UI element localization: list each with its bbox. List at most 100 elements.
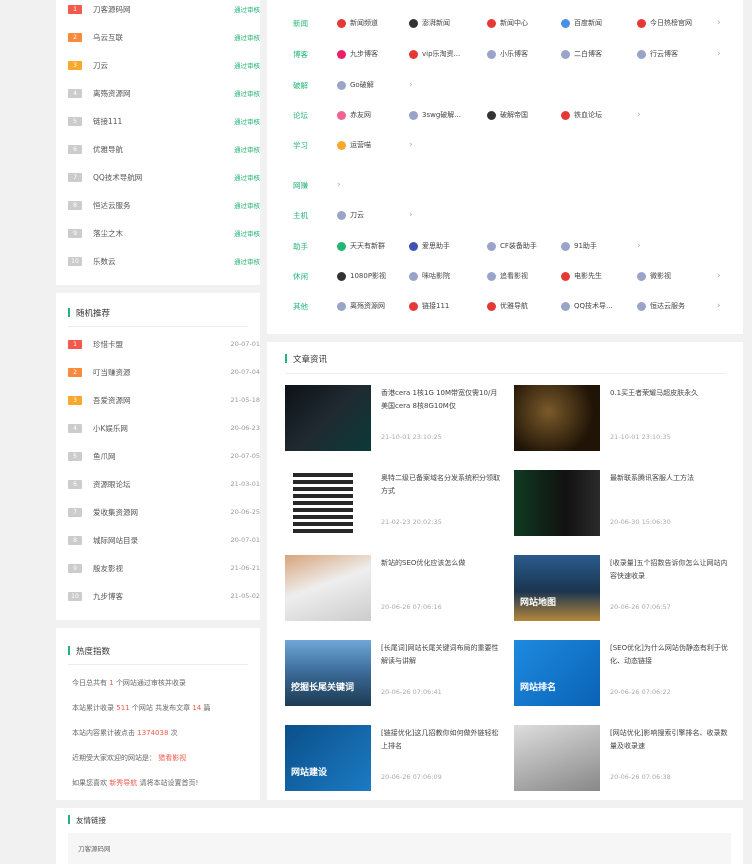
- article-thumbnail[interactable]: 网站排名: [514, 640, 600, 706]
- chevron-right-icon[interactable]: ›: [337, 170, 341, 200]
- list-item[interactable]: 6 资源眼论坛 21-03-01: [68, 470, 260, 498]
- site-name[interactable]: 九步博客: [93, 591, 230, 602]
- category-label[interactable]: 主机: [293, 200, 308, 230]
- chevron-right-icon[interactable]: ›: [717, 261, 721, 291]
- article-thumbnail[interactable]: [514, 470, 600, 536]
- category-label[interactable]: 论坛: [293, 100, 308, 130]
- list-item[interactable]: 9 殷友影视 21-06-21: [68, 554, 260, 582]
- site-name[interactable]: 乐数云: [93, 256, 234, 267]
- article-thumbnail[interactable]: [285, 555, 371, 621]
- site-name[interactable]: 刀云: [93, 60, 234, 71]
- chevron-right-icon[interactable]: ›: [637, 231, 641, 261]
- site-name[interactable]: 城际网站目录: [93, 535, 230, 546]
- category-label[interactable]: 博客: [293, 39, 308, 69]
- site-link[interactable]: 行云博客: [637, 39, 678, 69]
- list-item[interactable]: 2 乌云互联 通过审核: [68, 23, 260, 51]
- site-name[interactable]: 乌云互联: [93, 32, 234, 43]
- article-title[interactable]: [收录量]五个招数告诉你怎么让网站内容快速收录: [610, 557, 730, 583]
- site-link[interactable]: 微影视: [637, 261, 671, 291]
- site-link[interactable]: 新闻频道: [337, 8, 378, 38]
- site-link[interactable]: 澎湃新闻: [409, 8, 450, 38]
- site-name[interactable]: 叮当赚资源: [93, 367, 230, 378]
- list-item[interactable]: 4 离殇资源网 通过审核: [68, 79, 260, 107]
- site-link[interactable]: 3swg破解...: [409, 100, 461, 130]
- list-item[interactable]: 5 鱼爪网 20-07-05: [68, 442, 260, 470]
- chevron-right-icon[interactable]: ›: [409, 200, 413, 230]
- list-item[interactable]: 6 优雅导航 通过审核: [68, 135, 260, 163]
- list-item[interactable]: 1 珍惜卡盟 20-07-01: [68, 330, 260, 358]
- category-label[interactable]: 学习: [293, 130, 308, 160]
- chevron-right-icon[interactable]: ›: [409, 70, 413, 100]
- site-name[interactable]: 优雅导航: [93, 144, 234, 155]
- list-item[interactable]: 1 刀客源码网 通过审核: [68, 0, 260, 23]
- article-title[interactable]: [SEO优化]为什么网站伪静态有利于优化、动态链接: [610, 642, 730, 668]
- list-item[interactable]: 10 九步博客 21-05-02: [68, 582, 260, 610]
- article-item[interactable]: 最新联系腾讯客服人工方法 20-06-30 15:06:30: [514, 470, 730, 544]
- list-item[interactable]: 4 小K娱乐网 20-06-23: [68, 414, 260, 442]
- site-name[interactable]: 资源眼论坛: [93, 479, 230, 490]
- article-thumbnail[interactable]: [514, 725, 600, 791]
- site-name[interactable]: 珍惜卡盟: [93, 339, 230, 350]
- article-thumbnail[interactable]: [285, 385, 371, 451]
- article-thumbnail[interactable]: 网站地图: [514, 555, 600, 621]
- site-link[interactable]: 天天有新群: [337, 231, 385, 261]
- popular-site-link[interactable]: 猎看影视: [158, 754, 186, 762]
- site-link[interactable]: 九步博客: [337, 39, 378, 69]
- site-name[interactable]: 刀客源码网: [93, 4, 234, 15]
- article-item[interactable]: 0.1买王者荣耀马超皮肤永久 21-10-01 23:10:35: [514, 385, 730, 459]
- site-link[interactable]: 链接111: [409, 291, 449, 321]
- article-item[interactable]: [网站优化]影响搜索引擎排名、收录数量及收录速 20-06-26 07:06:3…: [514, 725, 730, 799]
- list-item[interactable]: 8 恒达云服务 通过审核: [68, 191, 260, 219]
- article-title[interactable]: 香港cera 1核1G 10M带宽仅需10/月 美国cera 8核8G10M仅: [381, 387, 501, 413]
- category-label[interactable]: 助手: [293, 231, 308, 261]
- article-item[interactable]: 网站地图 [收录量]五个招数告诉你怎么让网站内容快速收录 20-06-26 07…: [514, 555, 730, 629]
- site-link[interactable]: 破解帝国: [487, 100, 528, 130]
- site-link[interactable]: 优雅导航: [487, 291, 528, 321]
- article-thumbnail[interactable]: 网站建设: [285, 725, 371, 791]
- site-link[interactable]: CF装备助手: [487, 231, 537, 261]
- site-link[interactable]: 今日热榜官网: [637, 8, 692, 38]
- site-link[interactable]: 1080P影视: [337, 261, 386, 291]
- article-item[interactable]: 新站的SEO优化应该怎么做 20-06-26 07:06:16: [285, 555, 501, 629]
- chevron-right-icon[interactable]: ›: [409, 130, 413, 160]
- list-item[interactable]: 3 刀云 通过审核: [68, 51, 260, 79]
- site-link[interactable]: 刀云: [337, 200, 364, 230]
- article-thumbnail[interactable]: [285, 470, 371, 536]
- site-link[interactable]: 赤友网: [337, 100, 371, 130]
- article-title[interactable]: [网站优化]影响搜索引擎排名、收录数量及收录速: [610, 727, 730, 753]
- site-name[interactable]: 殷友影视: [93, 563, 230, 574]
- list-item[interactable]: 3 吾爱资源网 21-05-18: [68, 386, 260, 414]
- site-name[interactable]: 小K娱乐网: [93, 423, 230, 434]
- list-item[interactable]: 9 落尘之木 通过审核: [68, 219, 260, 247]
- list-item[interactable]: 8 城际网站目录 20-07-01: [68, 526, 260, 554]
- article-title[interactable]: [链接优化]这几招教你如何做外链轻松上排名: [381, 727, 501, 753]
- article-thumbnail[interactable]: [514, 385, 600, 451]
- site-link[interactable]: 百度新闻: [561, 8, 602, 38]
- article-title[interactable]: [长尾词]网站长尾关键词布局的重要性解读与讲解: [381, 642, 501, 668]
- article-title[interactable]: 0.1买王者荣耀马超皮肤永久: [610, 387, 730, 400]
- category-label[interactable]: 网赚: [293, 170, 308, 200]
- article-item[interactable]: 奥特二级已备案域名分发系统积分领取方式 21-02-23 20:02:35: [285, 470, 501, 544]
- site-name[interactable]: 恒达云服务: [93, 200, 234, 211]
- site-name[interactable]: QQ技术导航网: [93, 172, 234, 183]
- chevron-right-icon[interactable]: ›: [717, 8, 721, 38]
- article-title[interactable]: 新站的SEO优化应该怎么做: [381, 557, 501, 570]
- site-link[interactable]: 91助手: [561, 231, 597, 261]
- site-link[interactable]: 追看影视: [487, 261, 528, 291]
- list-item[interactable]: 7 QQ技术导航网 通过审核: [68, 163, 260, 191]
- site-name[interactable]: 吾爱资源网: [93, 395, 230, 406]
- list-item[interactable]: 5 链接111 通过审核: [68, 107, 260, 135]
- article-item[interactable]: 香港cera 1核1G 10M带宽仅需10/月 美国cera 8核8G10M仅 …: [285, 385, 501, 459]
- site-link[interactable]: vip乐淘资...: [409, 39, 460, 69]
- category-label[interactable]: 破解: [293, 70, 308, 100]
- site-link[interactable]: Go破解: [337, 70, 374, 100]
- chevron-right-icon[interactable]: ›: [717, 39, 721, 69]
- category-label[interactable]: 新闻: [293, 8, 308, 38]
- site-link[interactable]: QQ技术导...: [561, 291, 613, 321]
- chevron-right-icon[interactable]: ›: [637, 100, 641, 130]
- site-link[interactable]: 二白博客: [561, 39, 602, 69]
- list-item[interactable]: 7 爱收集资源网 20-06-25: [68, 498, 260, 526]
- site-link[interactable]: 运营喵: [337, 130, 371, 160]
- site-link[interactable]: 离殇资源网: [337, 291, 385, 321]
- site-link[interactable]: 咪咕影院: [409, 261, 450, 291]
